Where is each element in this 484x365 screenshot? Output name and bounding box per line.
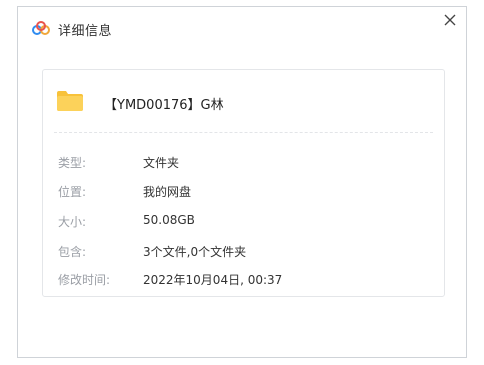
divider (54, 132, 433, 133)
baidu-netdisk-cloud-icon (32, 21, 50, 35)
details-card: 【YMD00176】G林 类型: 文件夹 位置: 我的网盘 大小: 50.08G… (42, 69, 445, 297)
property-value: 3个文件,0个文件夹 (143, 245, 247, 259)
property-label: 修改时间: (58, 273, 111, 287)
property-value: 我的网盘 (143, 185, 192, 199)
property-label: 大小: (58, 215, 87, 229)
close-icon[interactable] (442, 12, 458, 28)
property-label: 包含: (58, 245, 87, 259)
property-value: 文件夹 (143, 156, 180, 170)
property-value: 50.08GB (143, 213, 195, 227)
folder-name: 【YMD00176】G林 (104, 98, 224, 113)
details-dialog: 详细信息 【YMD00176】G林 类型: 文件夹 位置: 我的网盘 大小: 5… (17, 6, 467, 358)
property-label: 类型: (58, 156, 87, 170)
dialog-title: 详细信息 (58, 24, 113, 39)
dialog-titlebar: 详细信息 (18, 7, 466, 49)
property-value: 2022年10月04日, 00:37 (143, 273, 283, 287)
property-label: 位置: (58, 185, 87, 199)
folder-icon (57, 91, 83, 111)
